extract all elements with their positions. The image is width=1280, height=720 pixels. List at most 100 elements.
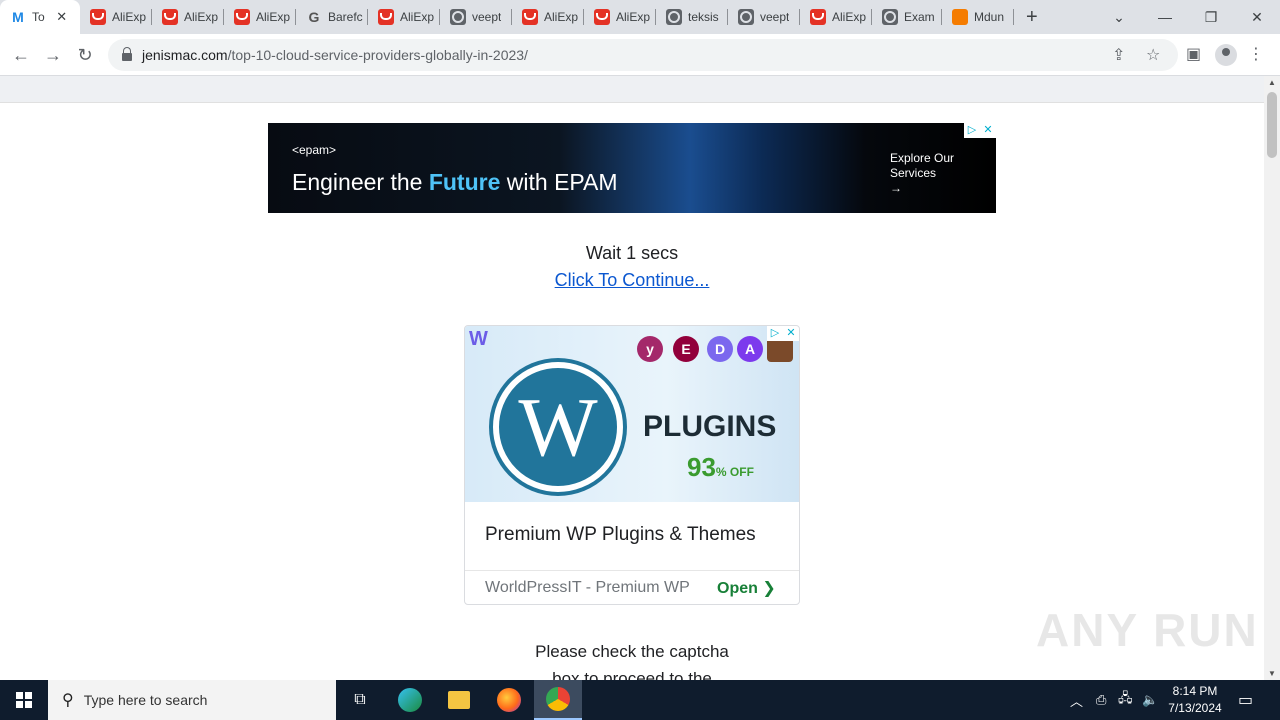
aliexpress-icon bbox=[90, 9, 106, 25]
globe-icon bbox=[882, 9, 898, 25]
file-explorer-icon[interactable] bbox=[435, 680, 483, 720]
page-header-strip bbox=[0, 76, 1264, 103]
elementor-icon: E bbox=[673, 336, 699, 362]
chrome-icon[interactable] bbox=[534, 680, 582, 720]
url-text[interactable]: jenismac.com/top-10-cloud-service-provid… bbox=[142, 47, 528, 63]
tab-strip: M To ✕ AliExp AliExp AliExp G Barefc Ali… bbox=[0, 0, 1280, 34]
clock-date: 7/13/2024 bbox=[1168, 701, 1222, 715]
tab[interactable]: AliExp bbox=[152, 0, 224, 34]
aliexpress-icon bbox=[522, 9, 538, 25]
forward-icon[interactable]: → bbox=[38, 40, 68, 70]
globe-icon bbox=[666, 9, 682, 25]
menu-icon[interactable]: ⋮ bbox=[1248, 44, 1264, 64]
minimize-icon[interactable]: — bbox=[1142, 0, 1188, 34]
scroll-thumb[interactable] bbox=[1267, 92, 1277, 158]
adchoices-icon[interactable]: ▷ bbox=[767, 326, 783, 341]
show-hidden-icons[interactable]: ︿ bbox=[1070, 680, 1083, 720]
profile-avatar-icon[interactable] bbox=[1215, 44, 1237, 66]
tab-title: AliExp bbox=[400, 10, 435, 24]
scroll-up-icon[interactable]: ▲ bbox=[1264, 78, 1280, 87]
search-placeholder: Type here to search bbox=[83, 692, 208, 708]
wp-plugins-ad[interactable]: W W y E D A PLUGINS 93% OFF ▷ ✕ Premium … bbox=[464, 325, 800, 605]
scroll-down-icon[interactable]: ▼ bbox=[1264, 669, 1280, 678]
notifications-icon[interactable]: ▭ bbox=[1238, 680, 1253, 720]
close-tab-icon[interactable]: ✕ bbox=[53, 9, 71, 25]
aliexpress-icon bbox=[378, 9, 394, 25]
search-icon: ⚲ bbox=[62, 692, 74, 709]
tab-title: AliExp bbox=[112, 10, 147, 24]
mdun-icon bbox=[952, 9, 968, 25]
page-scrollbar[interactable]: ▲ ▼ bbox=[1264, 76, 1280, 680]
tab-title: Mdun bbox=[974, 10, 1005, 24]
tab-title: Barefc bbox=[328, 10, 363, 24]
task-view-icon[interactable]: ⧉ bbox=[336, 680, 384, 720]
ad-headline: Engineer the Future with EPAM bbox=[292, 169, 618, 195]
tab-title: AliExp bbox=[832, 10, 867, 24]
ad-image[interactable]: W W y E D A PLUGINS 93% OFF ▷ ✕ bbox=[465, 326, 799, 502]
tab[interactable]: AliExp bbox=[368, 0, 440, 34]
bookmark-star-icon[interactable]: ☆ bbox=[1146, 45, 1160, 65]
tab[interactable]: AliExp bbox=[224, 0, 296, 34]
browser-toolbar: ← → ↻ jenismac.com/top-10-cloud-service-… bbox=[0, 34, 1280, 76]
wait-text: Wait 1 secs bbox=[585, 243, 679, 263]
edge-icon[interactable] bbox=[386, 680, 434, 720]
tab-active[interactable]: M To ✕ bbox=[0, 0, 80, 34]
epam-banner-ad[interactable]: <epam> Engineer the Future with EPAM Exp… bbox=[268, 123, 996, 213]
tab[interactable]: Exam bbox=[872, 0, 942, 34]
share-icon[interactable]: ⇪ bbox=[1112, 45, 1125, 65]
start-button[interactable] bbox=[0, 680, 48, 720]
new-tab-button[interactable]: + bbox=[1026, 0, 1038, 34]
ad-cta[interactable]: Explore Our Services → bbox=[890, 151, 980, 196]
tab[interactable]: veept bbox=[728, 0, 800, 34]
back-icon[interactable]: ← bbox=[6, 40, 36, 70]
globe-icon bbox=[450, 9, 466, 25]
divi-icon: D bbox=[707, 336, 733, 362]
ad-open-button[interactable]: Open ❯ bbox=[717, 578, 776, 598]
tab-title: Exam bbox=[904, 10, 935, 24]
tab-title: AliExp bbox=[184, 10, 219, 24]
aliexpress-icon bbox=[234, 9, 250, 25]
aliexpress-icon bbox=[810, 9, 826, 25]
tab[interactable]: Mdun bbox=[942, 0, 1014, 34]
lock-icon[interactable] bbox=[122, 47, 132, 61]
discount-label: 93% OFF bbox=[687, 452, 754, 482]
close-ad-icon[interactable]: ✕ bbox=[783, 326, 799, 341]
plugins-label: PLUGINS bbox=[643, 410, 777, 443]
tab[interactable]: AliExp bbox=[800, 0, 872, 34]
page-content: <epam> Engineer the Future with EPAM Exp… bbox=[0, 103, 1264, 680]
taskbar-search[interactable]: ⚲ Type here to search bbox=[48, 680, 336, 720]
address-bar[interactable]: jenismac.com/top-10-cloud-service-provid… bbox=[108, 39, 1178, 71]
globe-icon bbox=[738, 9, 754, 25]
tab[interactable]: AliExp bbox=[584, 0, 656, 34]
continue-link[interactable]: Click To Continue... bbox=[0, 270, 1264, 291]
tab-search-icon[interactable]: ⌄ bbox=[1096, 0, 1142, 34]
tab-title: veept bbox=[760, 10, 790, 24]
tab[interactable]: veept bbox=[440, 0, 512, 34]
network-icon[interactable]: 🖧 bbox=[1118, 680, 1133, 720]
clock-time: 8:14 PM bbox=[1172, 684, 1218, 698]
firefox-icon[interactable] bbox=[485, 680, 533, 720]
tab[interactable]: AliExp bbox=[80, 0, 152, 34]
close-ad-icon[interactable]: ✕ bbox=[980, 123, 996, 138]
tab[interactable]: AliExp bbox=[512, 0, 584, 34]
aliexpress-icon bbox=[594, 9, 610, 25]
g-icon: G bbox=[308, 9, 320, 25]
ad-title[interactable]: Premium WP Plugins & Themes bbox=[485, 524, 756, 546]
side-panel-icon[interactable]: ▣ bbox=[1186, 44, 1201, 64]
restore-icon[interactable]: ❐ bbox=[1188, 0, 1234, 34]
m-icon: M bbox=[12, 9, 24, 25]
tab[interactable]: G Barefc bbox=[296, 0, 368, 34]
tab-title: teksis bbox=[688, 10, 719, 24]
tab-title: AliExp bbox=[256, 10, 291, 24]
device-icon[interactable]: ⎙ bbox=[1096, 680, 1106, 720]
adchoices-icon[interactable]: ▷ bbox=[964, 123, 980, 138]
reload-icon[interactable]: ↻ bbox=[70, 40, 100, 70]
wordpress-logo-icon: W bbox=[493, 362, 623, 492]
divider bbox=[465, 570, 799, 571]
yoast-icon: y bbox=[637, 336, 663, 362]
tab[interactable]: teksis bbox=[656, 0, 728, 34]
clock[interactable]: 8:14 PM 7/13/2024 bbox=[1158, 683, 1232, 717]
windows-taskbar: ⚲ Type here to search ⧉ ︿ ⎙ 🖧 🔈 8:14 PM … bbox=[0, 680, 1280, 720]
close-window-icon[interactable]: ✕ bbox=[1234, 0, 1280, 34]
volume-icon[interactable]: 🔈 bbox=[1142, 680, 1158, 720]
